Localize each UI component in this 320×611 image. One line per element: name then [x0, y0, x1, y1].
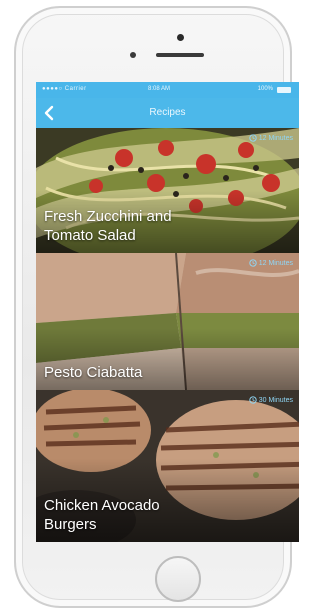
recipe-title: Pesto Ciabatta — [44, 364, 143, 381]
prep-time-text: 12 Minutes — [258, 259, 293, 267]
battery-percent: 100% — [257, 86, 273, 92]
app-screen: ●●●●○ Carrier 8:08 AM 100% Recipes 12 Mi… — [36, 82, 299, 542]
page-title: Recipes — [149, 107, 186, 118]
prep-time-text: 30 Minutes — [258, 396, 293, 404]
recipe-title: Fresh Zucchini and Tomato Salad — [44, 208, 172, 244]
prep-time-badge: 30 Minutes — [249, 396, 293, 404]
prep-time-badge: 12 Minutes — [249, 134, 293, 142]
clock-icon — [249, 134, 257, 142]
recipe-title: Chicken Avocado Burgers — [44, 497, 160, 533]
top-sensor-dot — [177, 34, 184, 41]
prep-time-badge: 12 Minutes — [249, 259, 293, 267]
clock-icon — [249, 259, 257, 267]
status-bar: ●●●●○ Carrier 8:08 AM 100% — [36, 82, 299, 98]
earpiece-speaker — [156, 53, 204, 57]
carrier-signal: ●●●●○ Carrier — [42, 86, 87, 92]
home-button[interactable] — [155, 556, 201, 602]
recipe-card-pesto-ciabatta[interactable]: 12 Minutes Pesto Ciabatta — [36, 253, 299, 390]
navigation-bar: Recipes — [36, 98, 299, 128]
clock-icon — [249, 396, 257, 404]
recipe-card-zucchini-salad[interactable]: 12 Minutes Fresh Zucchini and Tomato Sal… — [36, 128, 299, 253]
status-time: 8:08 AM — [148, 86, 171, 92]
battery-icon — [277, 87, 291, 93]
recipe-card-chicken-burgers[interactable]: 30 Minutes Chicken Avocado Burgers — [36, 390, 299, 542]
prep-time-text: 12 Minutes — [258, 134, 293, 142]
front-camera — [130, 52, 136, 58]
